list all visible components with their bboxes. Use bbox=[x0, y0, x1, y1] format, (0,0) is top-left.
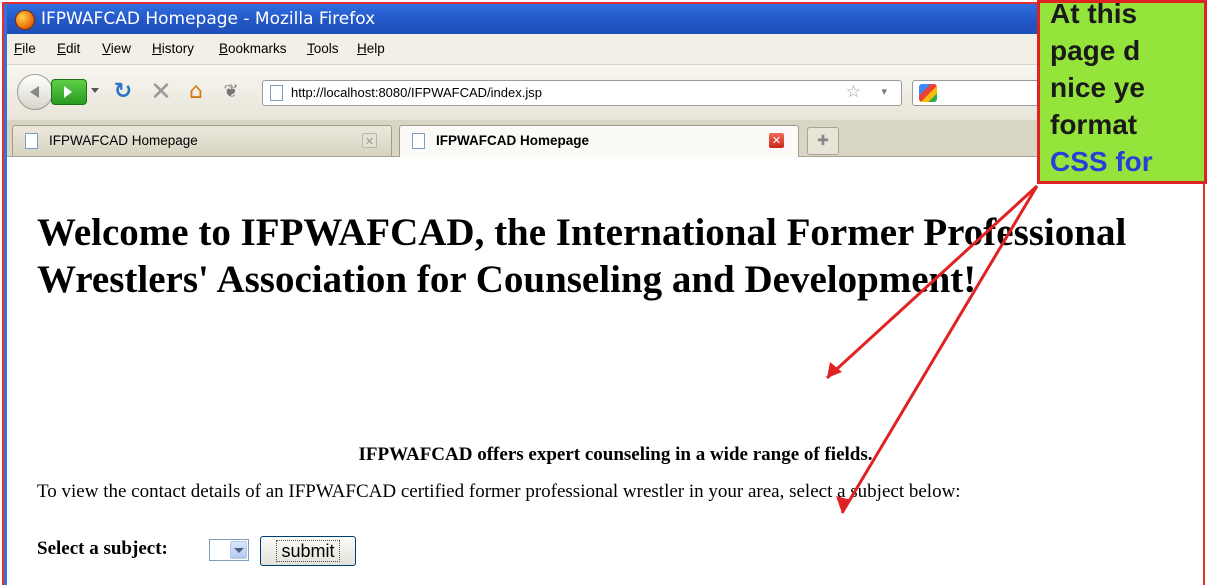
menu-edit[interactable]: Edit bbox=[57, 41, 80, 56]
navigation-toolbar: ↻ ✕ ⌂ ❦ http://localhost:8080/IFPWAFCAD/… bbox=[7, 65, 1203, 121]
submit-button[interactable]: submit bbox=[260, 536, 356, 566]
subject-select[interactable] bbox=[209, 539, 249, 561]
annotation-callout: At this page d nice ye format CSS for bbox=[1037, 0, 1207, 184]
menu-file[interactable]: File bbox=[14, 41, 36, 56]
tab-homepage-1[interactable]: IFPWAFCAD Homepage ✕ bbox=[12, 125, 392, 156]
title-bar: IFPWAFCAD Homepage - Mozilla Firefox bbox=[7, 4, 1203, 34]
callout-link: CSS for bbox=[1050, 146, 1153, 177]
close-tab-icon[interactable]: ✕ bbox=[362, 133, 377, 148]
reload-icon[interactable]: ↻ bbox=[109, 78, 137, 106]
menu-bar: File Edit View History Bookmarks Tools H… bbox=[7, 34, 1203, 65]
stop-icon[interactable]: ✕ bbox=[147, 78, 175, 106]
window-title: IFPWAFCAD Homepage - Mozilla Firefox bbox=[41, 9, 376, 29]
tab-label: IFPWAFCAD Homepage bbox=[49, 133, 198, 148]
menu-history[interactable]: History bbox=[152, 41, 194, 56]
page-content: Welcome to IFPWAFCAD, the International … bbox=[7, 157, 1203, 585]
new-tab-button[interactable]: ✚ bbox=[807, 127, 839, 155]
menu-bookmarks[interactable]: Bookmarks bbox=[219, 41, 287, 56]
google-icon[interactable] bbox=[919, 84, 937, 102]
page-icon bbox=[412, 133, 425, 149]
callout-line: page d bbox=[1050, 35, 1141, 66]
select-label: Select a subject: bbox=[37, 538, 168, 559]
close-tab-icon[interactable]: ✕ bbox=[769, 133, 784, 148]
menu-tools[interactable]: Tools bbox=[307, 41, 339, 56]
back-button[interactable] bbox=[17, 74, 53, 110]
firefox-icon bbox=[15, 10, 35, 30]
bookmark-icon[interactable]: ❦ bbox=[217, 78, 245, 106]
star-icon[interactable]: ☆ bbox=[846, 82, 861, 102]
callout-line: format bbox=[1050, 109, 1138, 140]
url-bar[interactable]: http://localhost:8080/IFPWAFCAD/index.js… bbox=[262, 80, 902, 106]
history-dropdown-icon[interactable] bbox=[91, 88, 99, 93]
url-dropdown-icon[interactable]: ▾ bbox=[881, 85, 887, 98]
forward-button[interactable] bbox=[51, 79, 87, 105]
page-icon bbox=[25, 133, 38, 149]
page-icon bbox=[270, 85, 283, 101]
url-text[interactable]: http://localhost:8080/IFPWAFCAD/index.js… bbox=[291, 85, 542, 100]
tab-strip: IFPWAFCAD Homepage ✕ IFPWAFCAD Homepage … bbox=[7, 120, 1203, 157]
callout-line: At this bbox=[1050, 0, 1138, 29]
tab-homepage-2[interactable]: IFPWAFCAD Homepage ✕ bbox=[399, 125, 799, 157]
offers-text: IFPWAFCAD offers expert counseling in a … bbox=[358, 444, 873, 465]
submit-label: submit bbox=[276, 540, 340, 562]
menu-help[interactable]: Help bbox=[357, 41, 385, 56]
browser-frame: IFPWAFCAD Homepage - Mozilla Firefox Fil… bbox=[2, 2, 1205, 585]
page-heading: Welcome to IFPWAFCAD, the International … bbox=[37, 211, 1127, 301]
menu-view[interactable]: View bbox=[102, 41, 131, 56]
tab-label: IFPWAFCAD Homepage bbox=[436, 133, 590, 148]
search-bar[interactable] bbox=[912, 80, 1052, 106]
callout-line: nice ye bbox=[1050, 72, 1145, 103]
home-icon[interactable]: ⌂ bbox=[182, 78, 210, 106]
chevron-down-icon[interactable] bbox=[230, 541, 247, 559]
instructions-text: To view the contact details of an IFPWAF… bbox=[37, 481, 961, 502]
